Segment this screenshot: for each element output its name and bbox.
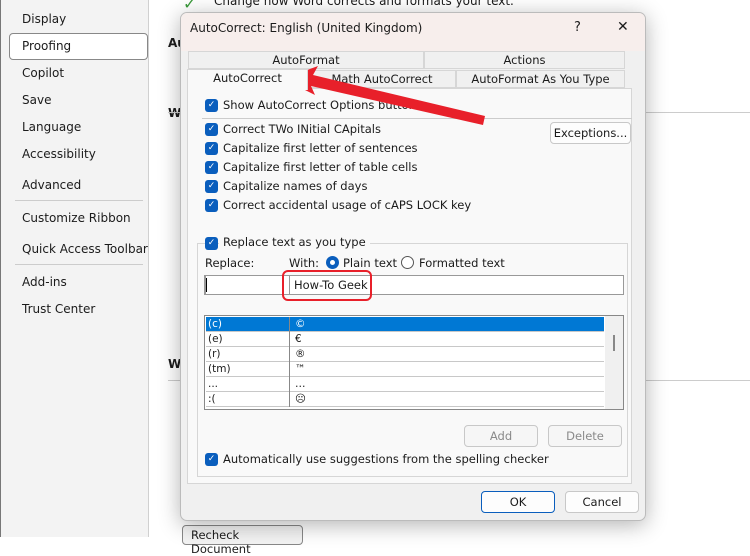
red-arrow-icon bbox=[283, 66, 485, 125]
tab-autocorrect[interactable]: AutoCorrect bbox=[187, 69, 308, 90]
annotation-arrow bbox=[283, 66, 485, 125]
